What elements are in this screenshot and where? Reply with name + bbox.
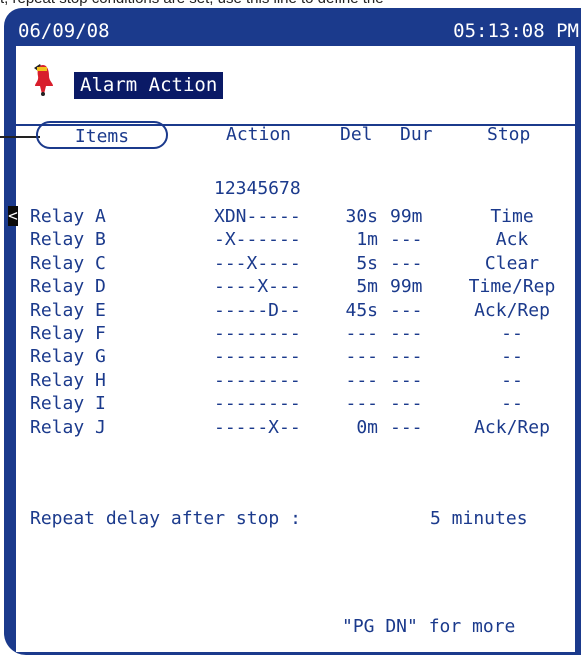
relay-action[interactable]: ---X---- — [214, 253, 301, 275]
repeat-delay-value[interactable]: 5 minutes — [430, 508, 528, 530]
relay-stop[interactable]: Ack — [452, 229, 572, 251]
alarm-bell-icon — [34, 64, 53, 96]
relay-stop[interactable]: Ack/Rep — [452, 417, 572, 439]
relay-delay[interactable]: 5m — [330, 276, 378, 298]
status-time: 05:13:08 PM — [453, 20, 579, 42]
relay-delay[interactable]: 0m — [330, 417, 378, 439]
relay-stop[interactable]: -- — [452, 346, 572, 368]
relay-delay[interactable]: --- — [330, 323, 378, 345]
page-down-hint: "PG DN" for more — [342, 616, 516, 637]
relay-index-row: 12345678 — [214, 178, 301, 199]
relay-delay[interactable]: 30s — [330, 206, 378, 228]
relay-name[interactable]: Relay H — [30, 370, 106, 392]
relay-duration[interactable]: --- — [390, 393, 423, 415]
relay-stop[interactable]: Time — [452, 206, 572, 228]
relay-name[interactable]: Relay I — [30, 393, 106, 415]
relay-delay[interactable]: --- — [330, 370, 378, 392]
relay-duration[interactable]: 99m — [390, 276, 423, 298]
repeat-delay-label: Repeat delay after stop : — [30, 508, 301, 529]
right-frame-edge — [575, 46, 581, 652]
relay-delay[interactable]: 1m — [330, 229, 378, 251]
relay-action[interactable]: -------- — [214, 346, 301, 368]
relay-name[interactable]: Relay A — [30, 206, 106, 228]
column-header-del: Del — [340, 124, 373, 145]
relay-duration[interactable]: --- — [390, 417, 423, 439]
row-cursor: < — [8, 206, 18, 226]
relay-delay[interactable]: --- — [330, 393, 378, 415]
relay-action[interactable]: -----X-- — [214, 417, 301, 439]
status-date: 06/09/08 — [18, 20, 110, 42]
relay-stop[interactable]: Time/Rep — [452, 276, 572, 298]
relay-name[interactable]: Relay B — [30, 229, 106, 251]
relay-name[interactable]: Relay J — [30, 417, 106, 439]
relay-stop[interactable]: Ack/Rep — [452, 300, 572, 322]
relay-duration[interactable]: --- — [390, 229, 423, 251]
relay-duration[interactable]: --- — [390, 300, 423, 322]
items-button[interactable]: Items — [36, 121, 168, 149]
page-header: Alarm Action — [16, 46, 581, 126]
relay-duration[interactable]: --- — [390, 253, 423, 275]
top-caption: t, repeat stop conditions are set, use t… — [0, 0, 581, 8]
relay-action[interactable]: -X------ — [214, 229, 301, 251]
relay-stop[interactable]: -- — [452, 370, 572, 392]
relay-name[interactable]: Relay C — [30, 253, 106, 275]
relay-action[interactable]: XDN----- — [214, 206, 301, 228]
relay-stop[interactable]: Clear — [452, 253, 572, 275]
relay-delay[interactable]: 45s — [330, 300, 378, 322]
relay-name[interactable]: Relay G — [30, 346, 106, 368]
relay-action[interactable]: ----X--- — [214, 276, 301, 298]
relay-action[interactable]: -------- — [214, 323, 301, 345]
callout-leader-line — [0, 136, 40, 138]
relay-action[interactable]: -----D-- — [214, 300, 301, 322]
relay-duration[interactable]: 99m — [390, 206, 423, 228]
relay-duration[interactable]: --- — [390, 346, 423, 368]
page-title: Alarm Action — [74, 72, 224, 99]
column-header-dur: Dur — [400, 124, 433, 145]
status-bar: 06/09/08 05:13:08 PM — [18, 16, 581, 46]
relay-duration[interactable]: --- — [390, 323, 423, 345]
relay-action[interactable]: -------- — [214, 393, 301, 415]
relay-name[interactable]: Relay D — [30, 276, 106, 298]
relay-action[interactable]: -------- — [214, 370, 301, 392]
relay-name[interactable]: Relay E — [30, 300, 106, 322]
relay-stop[interactable]: -- — [452, 393, 572, 415]
relay-name[interactable]: Relay F — [30, 323, 106, 345]
column-header-action: Action — [226, 124, 292, 145]
relay-delay[interactable]: --- — [330, 346, 378, 368]
relay-delay[interactable]: 5s — [330, 253, 378, 275]
column-header-stop: Stop — [487, 124, 531, 145]
relay-stop[interactable]: -- — [452, 323, 572, 345]
relay-duration[interactable]: --- — [390, 370, 423, 392]
